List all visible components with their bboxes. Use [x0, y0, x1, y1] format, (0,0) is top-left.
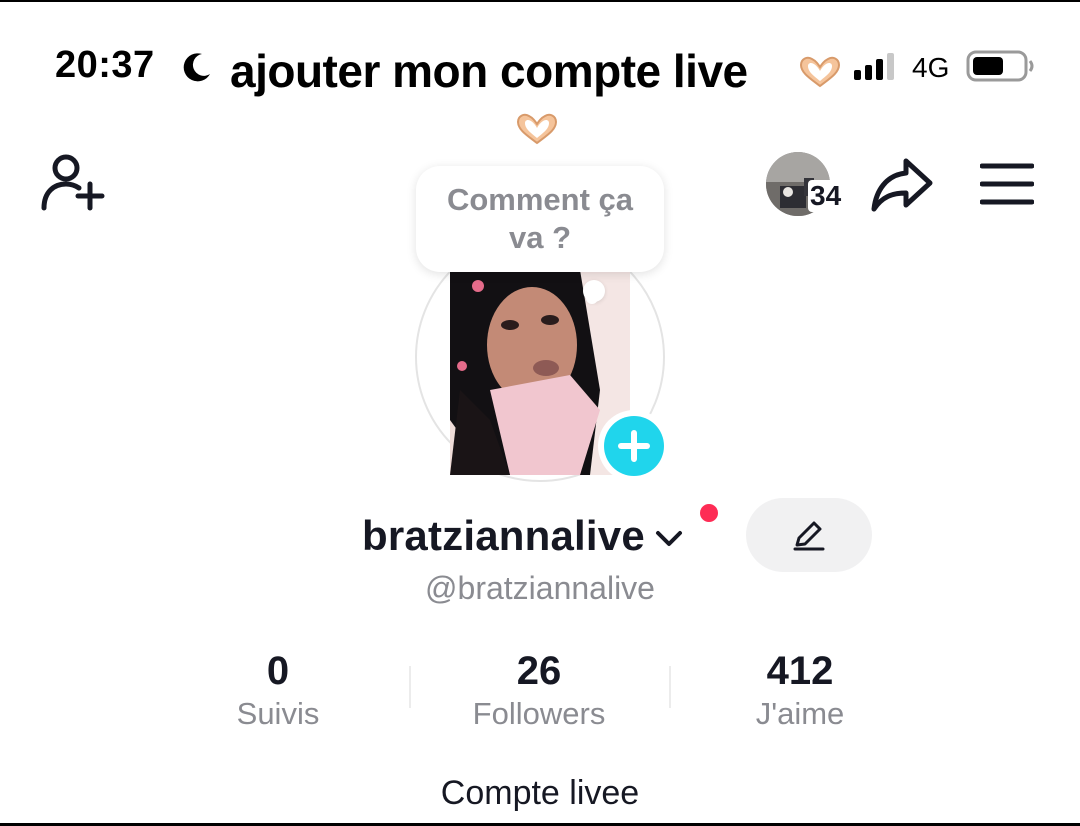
- bubble-tail-dot-small: [586, 292, 598, 304]
- stat-label: J'aime: [755, 696, 845, 731]
- stat-value: 0: [266, 649, 290, 693]
- stat-divider: [669, 666, 671, 708]
- profile-bio: Compte livee: [440, 774, 640, 812]
- network-type: 4G: [912, 52, 950, 83]
- stat-label: Followers: [472, 696, 606, 731]
- story-count-badge: 34: [808, 180, 844, 212]
- heart-hands-emoji: [799, 56, 841, 88]
- share-icon[interactable]: [870, 155, 934, 213]
- stat-likes[interactable]: 412 J'aime: [680, 648, 920, 732]
- stat-following[interactable]: 0 Suivis: [158, 648, 398, 732]
- status-note-text: Comment ça va ?: [446, 182, 634, 255]
- stat-value: 26: [516, 649, 562, 693]
- account-switcher[interactable]: bratziannalive: [362, 508, 685, 564]
- notification-dot: [698, 502, 720, 524]
- plus-circle: [604, 416, 664, 476]
- stat-divider: [409, 666, 411, 708]
- chevron-down-icon: [655, 531, 682, 546]
- stat-value: 412: [766, 649, 834, 693]
- username: bratziannalive: [362, 512, 645, 559]
- stat-label: Suivis: [236, 696, 320, 731]
- add-story-button[interactable]: [598, 410, 670, 482]
- frame-border-top: [0, 0, 1080, 2]
- status-time: 20:37: [55, 44, 155, 86]
- overlay-caption: ajouter mon compte live: [230, 45, 748, 97]
- heart-hands-emoji: [516, 113, 558, 145]
- menu-icon[interactable]: [980, 162, 1034, 206]
- battery-icon: [966, 50, 1034, 82]
- user-handle: @bratziannalive: [425, 570, 655, 606]
- pencil-icon: [793, 521, 825, 551]
- status-note-bubble[interactable]: Comment ça va ?: [416, 166, 664, 272]
- stat-followers[interactable]: 26 Followers: [419, 648, 659, 732]
- signal-icon: [854, 53, 894, 80]
- moon-icon: [183, 53, 210, 82]
- plus-icon: [618, 430, 650, 462]
- edit-profile-button[interactable]: [746, 498, 872, 572]
- add-user-icon[interactable]: [40, 152, 106, 214]
